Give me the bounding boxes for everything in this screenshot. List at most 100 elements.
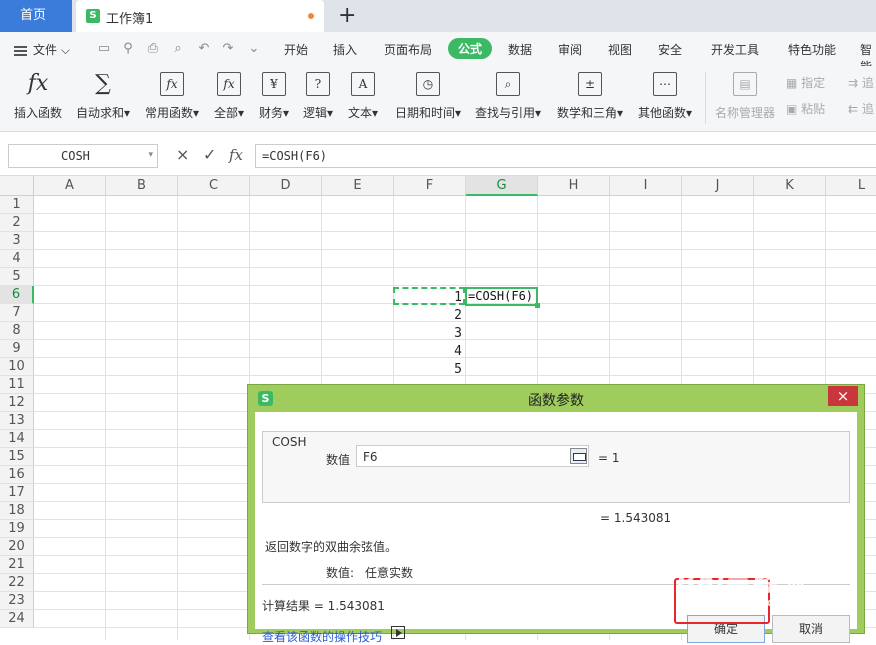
column-header-F[interactable]: F [394, 176, 466, 196]
cancel-button[interactable]: 取消 [772, 615, 850, 643]
tab-workbook-label: 工作簿1 [106, 12, 154, 27]
row-header-4[interactable]: 4 [0, 250, 34, 268]
fx-icon[interactable]: fx [229, 146, 243, 164]
name-box[interactable]: COSH ▾ [8, 144, 158, 168]
row-header-23[interactable]: 23 [0, 592, 34, 610]
row-header-5[interactable]: 5 [0, 268, 34, 286]
paste-button[interactable]: ▣ 粘贴 [786, 100, 825, 117]
close-icon[interactable]: × [828, 386, 858, 406]
dialog-titlebar[interactable]: S 函数参数 × [248, 385, 864, 411]
name-manager-button[interactable]: ▤ 名称管理器 [714, 66, 776, 121]
row-header-10[interactable]: 10 [0, 358, 34, 376]
yen-icon: ¥ [262, 72, 286, 96]
column-header-H[interactable]: H [538, 176, 610, 196]
tab-formula[interactable]: 公式 [448, 38, 493, 59]
tab-insert[interactable]: 插入 [333, 41, 357, 58]
row-header-16[interactable]: 16 [0, 466, 34, 484]
logical-button[interactable]: ? 逻辑▾ [300, 66, 336, 121]
row-header-18[interactable]: 18 [0, 502, 34, 520]
cell-F9[interactable]: 4 [394, 344, 462, 359]
column-header-B[interactable]: B [106, 176, 178, 196]
print-icon[interactable]: ⎙ [145, 41, 161, 57]
parameter-description: 任意实数 [365, 566, 414, 580]
row-header-7[interactable]: 7 [0, 304, 34, 322]
tab-workbook[interactable]: S 工作簿1 [76, 0, 324, 32]
row-header-15[interactable]: 15 [0, 448, 34, 466]
tab-page-layout[interactable]: 页面布局 [384, 41, 432, 58]
tab-start[interactable]: 开始 [284, 41, 308, 58]
row-header-3[interactable]: 3 [0, 232, 34, 250]
tab-review[interactable]: 审阅 [558, 41, 582, 58]
sigma-icon: ∑ [95, 71, 111, 96]
range-select-icon[interactable] [570, 448, 587, 464]
format-painter-icon[interactable]: ⚲ [120, 41, 136, 57]
row-header-9[interactable]: 9 [0, 340, 34, 358]
row-header-14[interactable]: 14 [0, 430, 34, 448]
row-header-8[interactable]: 8 [0, 322, 34, 340]
column-header-D[interactable]: D [250, 176, 322, 196]
column-header-G[interactable]: G [466, 176, 538, 196]
row-header-22[interactable]: 22 [0, 574, 34, 592]
wps-sheet-icon: S [86, 9, 100, 23]
row-header-20[interactable]: 20 [0, 538, 34, 556]
row-header-11[interactable]: 11 [0, 376, 34, 394]
cancel-icon[interactable]: × [176, 146, 189, 164]
math-trig-button[interactable]: ± 数学和三角▾ [554, 66, 626, 121]
column-header-E[interactable]: E [322, 176, 394, 196]
column-header-L[interactable]: L [826, 176, 876, 196]
fill-handle[interactable] [535, 303, 540, 308]
common-functions-button[interactable]: fx 常用函数▾ [142, 66, 202, 121]
all-functions-button[interactable]: fx 全部▾ [210, 66, 248, 121]
save-icon[interactable]: ▭ [96, 41, 112, 57]
lookup-reference-button[interactable]: ⌕ 查找与引用▾ [472, 66, 544, 121]
row-header-17[interactable]: 17 [0, 484, 34, 502]
argument-input[interactable]: F6 [356, 445, 589, 467]
financial-button[interactable]: ¥ 财务▾ [256, 66, 292, 121]
select-all-corner[interactable] [0, 176, 34, 196]
insert-function-button[interactable]: fx 插入函数 [12, 66, 64, 121]
active-cell-G6[interactable]: =COSH(F6) [465, 287, 540, 308]
tab-view[interactable]: 视图 [608, 41, 632, 58]
file-menu-button[interactable]: 文件 ⌵ [14, 41, 70, 58]
cell-F7[interactable]: 2 [394, 308, 462, 323]
trace-precedents-button[interactable]: ⇉ 追 [848, 74, 874, 91]
row-header-19[interactable]: 19 [0, 520, 34, 538]
column-header-A[interactable]: A [34, 176, 106, 196]
row-header-1[interactable]: 1 [0, 196, 34, 214]
date-time-button[interactable]: ◷ 日期和时间▾ [392, 66, 464, 121]
cell-F8[interactable]: 3 [394, 326, 462, 341]
row-header-6[interactable]: 6 [0, 286, 34, 304]
tab-developer[interactable]: 开发工具 [711, 41, 759, 58]
tab-features[interactable]: 特色功能 [788, 41, 836, 58]
trace-dependents-button[interactable]: ⇇ 追 [848, 100, 874, 117]
play-video-icon[interactable] [391, 626, 405, 639]
formula-bar: COSH ▾ × ✓ fx =COSH(F6) [0, 132, 876, 176]
column-header-C[interactable]: C [178, 176, 250, 196]
chevron-down-icon[interactable]: ⌄ [246, 41, 262, 57]
print-preview-icon[interactable]: ⌕ [170, 41, 186, 57]
help-link[interactable]: 查看该函数的操作技巧 [262, 628, 382, 645]
redo-icon[interactable]: ↷ [220, 41, 236, 57]
other-functions-button[interactable]: ⋯ 其他函数▾ [634, 66, 696, 121]
row-header-24[interactable]: 24 [0, 610, 34, 628]
row-header-13[interactable]: 13 [0, 412, 34, 430]
autosum-button[interactable]: ∑ 自动求和▾ [74, 66, 132, 121]
tab-data[interactable]: 数据 [508, 41, 532, 58]
column-header-I[interactable]: I [610, 176, 682, 196]
column-header-K[interactable]: K [754, 176, 826, 196]
formula-input[interactable]: =COSH(F6) [255, 144, 876, 168]
tab-security[interactable]: 安全 [658, 41, 682, 58]
specify-button[interactable]: ▦ 指定 [786, 74, 825, 91]
undo-icon[interactable]: ↶ [196, 41, 212, 57]
tab-home[interactable]: 首页 [0, 0, 72, 32]
confirm-icon[interactable]: ✓ [203, 146, 216, 164]
plus-icon[interactable]: + [338, 4, 356, 28]
text-button[interactable]: A 文本▾ [344, 66, 382, 121]
argument-group: COSH 数值 F6 = 1 [262, 431, 850, 503]
cell-F10[interactable]: 5 [394, 362, 462, 377]
row-header-2[interactable]: 2 [0, 214, 34, 232]
ribbon-divider [705, 72, 706, 124]
row-header-12[interactable]: 12 [0, 394, 34, 412]
row-header-21[interactable]: 21 [0, 556, 34, 574]
column-header-J[interactable]: J [682, 176, 754, 196]
